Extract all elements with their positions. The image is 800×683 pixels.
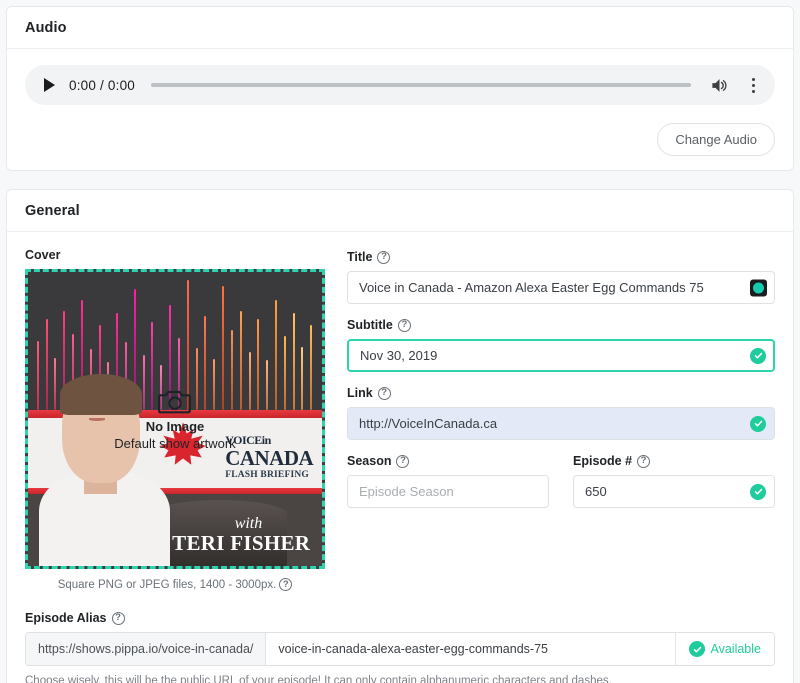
cover-hint-text: Square PNG or JPEG files, 1400 - 3000px. bbox=[57, 578, 277, 591]
title-input-wrap bbox=[347, 271, 775, 304]
link-field-block: Link ? bbox=[347, 386, 775, 440]
alias-availability-badge: Available bbox=[675, 633, 774, 665]
dot bbox=[751, 77, 755, 81]
subtitle-input-wrap bbox=[347, 339, 775, 372]
cover-hint-row: Square PNG or JPEG files, 1400 - 3000px.… bbox=[25, 578, 325, 591]
play-icon bbox=[43, 78, 55, 92]
episode-number-label-row: Episode # ? bbox=[573, 454, 775, 468]
general-card-header: General bbox=[7, 190, 793, 232]
episode-number-input-wrap bbox=[573, 475, 775, 508]
season-label: Season bbox=[347, 454, 392, 468]
audio-section-title: Audio bbox=[25, 20, 67, 36]
volume-icon-glyph bbox=[711, 78, 727, 92]
subtitle-input[interactable] bbox=[347, 339, 775, 372]
title-emoji-picker-icon[interactable] bbox=[750, 279, 767, 296]
title-label: Title bbox=[347, 250, 373, 264]
help-icon[interactable]: ? bbox=[377, 250, 391, 264]
audio-card: Audio 0:00 / 0:00 Change Audio bbox=[6, 6, 794, 171]
cover-overlay-title: No Image bbox=[145, 419, 205, 434]
change-audio-row: Change Audio bbox=[25, 123, 775, 156]
link-label: Link bbox=[347, 386, 373, 400]
general-card-body: Cover with TERI FISHER VOICEin CANADA FL… bbox=[7, 232, 793, 605]
available-check-icon bbox=[689, 641, 706, 657]
general-section-title: General bbox=[25, 203, 80, 219]
season-input[interactable] bbox=[347, 475, 549, 508]
check-glyph bbox=[693, 646, 702, 652]
dot bbox=[751, 89, 755, 93]
episode-number-label: Episode # bbox=[573, 454, 633, 468]
dot bbox=[751, 83, 755, 87]
cover-overlay-subtitle: Default show artwork bbox=[114, 436, 236, 451]
episode-alias-input[interactable] bbox=[266, 633, 676, 665]
subtitle-label: Subtitle bbox=[347, 318, 393, 332]
alias-help-text: Choose wisely, this will be the public U… bbox=[25, 675, 612, 683]
play-button[interactable] bbox=[39, 75, 59, 95]
link-input-wrap bbox=[347, 407, 775, 440]
title-input[interactable] bbox=[347, 271, 775, 304]
help-icon[interactable]: ? bbox=[377, 386, 391, 400]
cover-column: Cover with TERI FISHER VOICEin CANADA FL… bbox=[25, 248, 325, 591]
audio-card-header: Audio bbox=[7, 7, 793, 49]
episode-alias-label: Episode Alias bbox=[25, 611, 107, 625]
season-episode-row: Season ? Episode # ? bbox=[347, 454, 775, 508]
general-card: General Cover with TERI FISHER VOICEin C… bbox=[6, 189, 794, 683]
help-icon[interactable]: ? bbox=[396, 454, 410, 468]
camera-icon bbox=[158, 390, 191, 414]
cover-empty-overlay: No Image Default show artwork bbox=[28, 272, 322, 566]
cover-upload-dropzone[interactable]: with TERI FISHER VOICEin CANADA FLASH BR… bbox=[25, 269, 325, 569]
change-audio-button[interactable]: Change Audio bbox=[657, 123, 775, 156]
alias-label-row: Episode Alias ? bbox=[25, 611, 775, 625]
episode-number-field-block: Episode # ? bbox=[573, 454, 775, 508]
more-dots bbox=[751, 76, 755, 94]
subtitle-label-row: Subtitle ? bbox=[347, 318, 775, 332]
cover-label: Cover bbox=[25, 248, 61, 262]
season-input-wrap bbox=[347, 475, 549, 508]
season-label-row: Season ? bbox=[347, 454, 549, 468]
episode-number-input[interactable] bbox=[573, 475, 775, 508]
volume-icon[interactable] bbox=[707, 73, 731, 97]
episode-editor-page: Audio 0:00 / 0:00 Change Audio General C… bbox=[0, 0, 800, 683]
season-field-block: Season ? bbox=[347, 454, 549, 508]
audio-progress-slider[interactable] bbox=[151, 83, 691, 87]
alias-url-prefix: https://shows.pippa.io/voice-in-canada/ bbox=[26, 633, 267, 665]
title-label-row: Title ? bbox=[347, 250, 775, 264]
help-icon[interactable]: ? bbox=[279, 578, 293, 591]
episode-alias-section: Episode Alias ? https://shows.pippa.io/v… bbox=[7, 605, 793, 683]
general-layout-grid: Cover with TERI FISHER VOICEin CANADA FL… bbox=[25, 248, 775, 591]
more-vertical-icon[interactable] bbox=[741, 73, 765, 97]
link-label-row: Link ? bbox=[347, 386, 775, 400]
help-icon[interactable]: ? bbox=[111, 611, 125, 625]
episode-alias-input-group: https://shows.pippa.io/voice-in-canada/ … bbox=[25, 632, 775, 666]
subtitle-field-block: Subtitle ? bbox=[347, 318, 775, 372]
help-icon[interactable]: ? bbox=[637, 454, 651, 468]
alias-status-text: Available bbox=[710, 642, 761, 656]
title-field-block: Title ? bbox=[347, 250, 775, 304]
emoji-picker-glyph bbox=[753, 282, 764, 293]
audio-player[interactable]: 0:00 / 0:00 bbox=[25, 65, 775, 105]
audio-card-body: 0:00 / 0:00 Change Audio bbox=[7, 49, 793, 170]
audio-time-display: 0:00 / 0:00 bbox=[69, 77, 136, 93]
link-input[interactable] bbox=[347, 407, 775, 440]
fields-column: Title ? Subtitle ? bbox=[347, 248, 775, 508]
help-icon[interactable]: ? bbox=[397, 318, 411, 332]
cover-label-row: Cover bbox=[25, 248, 325, 262]
